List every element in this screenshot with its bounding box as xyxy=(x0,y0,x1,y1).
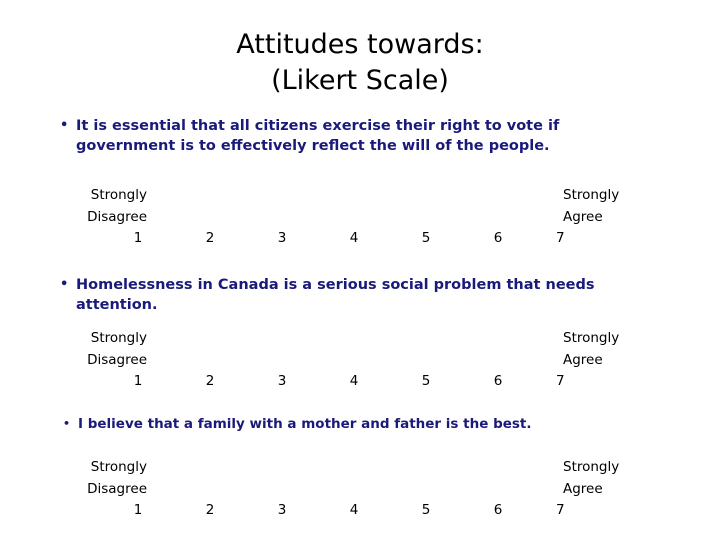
likert-scale-2-left-anchor-line-1: Strongly xyxy=(90,330,147,346)
likert-scale-2-point-5[interactable]: 5 xyxy=(414,371,438,391)
likert-scale-3-point-6[interactable]: 6 xyxy=(486,500,510,520)
likert-scale-2-right-anchor-line-1: Strongly xyxy=(563,330,620,346)
likert-scale-2-points: 1 2 3 4 5 6 7 xyxy=(0,371,720,391)
likert-scale-2-point-2[interactable]: 2 xyxy=(198,371,222,391)
bullet-dot-icon: • xyxy=(63,417,71,430)
likert-scale-3-point-4[interactable]: 4 xyxy=(342,500,366,520)
likert-scale-2-right-anchor: Strongly Agree xyxy=(563,328,713,371)
bullet-dot-icon: • xyxy=(60,277,69,292)
likert-scale-1-points: 1 2 3 4 5 6 7 xyxy=(0,228,720,248)
page-title-line-1: Attitudes towards: xyxy=(236,29,484,60)
likert-scale-1-left-anchor: Strongly Disagree xyxy=(0,185,147,228)
likert-scale-3-points: 1 2 3 4 5 6 7 xyxy=(0,500,720,520)
likert-scale-2-point-3[interactable]: 3 xyxy=(270,371,294,391)
likert-scale-3-left-anchor: Strongly Disagree xyxy=(0,457,147,500)
likert-scale-2-left-anchor-line-2: Disagree xyxy=(87,351,147,368)
likert-scale-3-right-anchor-line-2: Agree xyxy=(563,480,603,497)
bullet-dot-icon: • xyxy=(60,118,69,133)
bullet-item-1-text: It is essential that all citizens exerci… xyxy=(76,118,560,154)
likert-scale-1-right-anchor: Strongly Agree xyxy=(563,185,713,228)
likert-scale-3-left-anchor-line-2: Disagree xyxy=(87,480,147,497)
likert-scale-3-point-1[interactable]: 1 xyxy=(126,500,150,520)
likert-scale-3-point-3[interactable]: 3 xyxy=(270,500,294,520)
likert-scale-2-point-6[interactable]: 6 xyxy=(486,371,510,391)
likert-scale-1-point-4[interactable]: 4 xyxy=(342,228,366,248)
likert-scale-1-point-2[interactable]: 2 xyxy=(198,228,222,248)
likert-scale-3-right-anchor: Strongly Agree xyxy=(563,457,713,500)
page-title-line-2: (Likert Scale) xyxy=(271,65,449,96)
likert-scale-1-left-anchor-line-2: Disagree xyxy=(87,208,147,225)
likert-scale-1-right-anchor-line-2: Agree xyxy=(563,208,603,225)
likert-scale-2-right-anchor-line-2: Agree xyxy=(563,351,603,368)
likert-scale-1-point-7[interactable]: 7 xyxy=(556,228,580,248)
likert-scale-2-point-7[interactable]: 7 xyxy=(556,371,580,391)
likert-scale-2-point-1[interactable]: 1 xyxy=(126,371,150,391)
bullet-item-3-text: I believe that a family with a mother an… xyxy=(78,416,532,432)
likert-scale-3-point-2[interactable]: 2 xyxy=(198,500,222,520)
likert-scale-3-point-7[interactable]: 7 xyxy=(556,500,580,520)
likert-scale-1-point-6[interactable]: 6 xyxy=(486,228,510,248)
likert-scale-3: Strongly Disagree Strongly Agree 1 2 3 4… xyxy=(0,457,720,521)
bullet-item-2-text: Homelessness in Canada is a serious soci… xyxy=(76,277,595,313)
page-title: Attitudes towards: (Likert Scale) xyxy=(0,27,720,99)
likert-scale-2-left-anchor: Strongly Disagree xyxy=(0,328,147,371)
likert-scale-1-point-1[interactable]: 1 xyxy=(126,228,150,248)
likert-scale-1-point-3[interactable]: 3 xyxy=(270,228,294,248)
likert-scale-1-right-anchor-line-1: Strongly xyxy=(563,187,620,203)
likert-scale-1: Strongly Disagree Strongly Agree 1 2 3 4… xyxy=(0,185,720,249)
likert-scale-3-left-anchor-line-1: Strongly xyxy=(90,459,147,475)
likert-scale-1-point-5[interactable]: 5 xyxy=(414,228,438,248)
likert-scale-3-right-anchor-line-1: Strongly xyxy=(563,459,620,475)
likert-scale-2-point-4[interactable]: 4 xyxy=(342,371,366,391)
likert-scale-3-point-5[interactable]: 5 xyxy=(414,500,438,520)
likert-scale-1-left-anchor-line-1: Strongly xyxy=(90,187,147,203)
bullet-item-1: • It is essential that all citizens exer… xyxy=(60,116,648,156)
likert-scale-2: Strongly Disagree Strongly Agree 1 2 3 4… xyxy=(0,328,720,392)
bullet-item-2: • Homelessness in Canada is a serious so… xyxy=(60,275,660,315)
bullet-item-3: • I believe that a family with a mother … xyxy=(63,414,663,434)
